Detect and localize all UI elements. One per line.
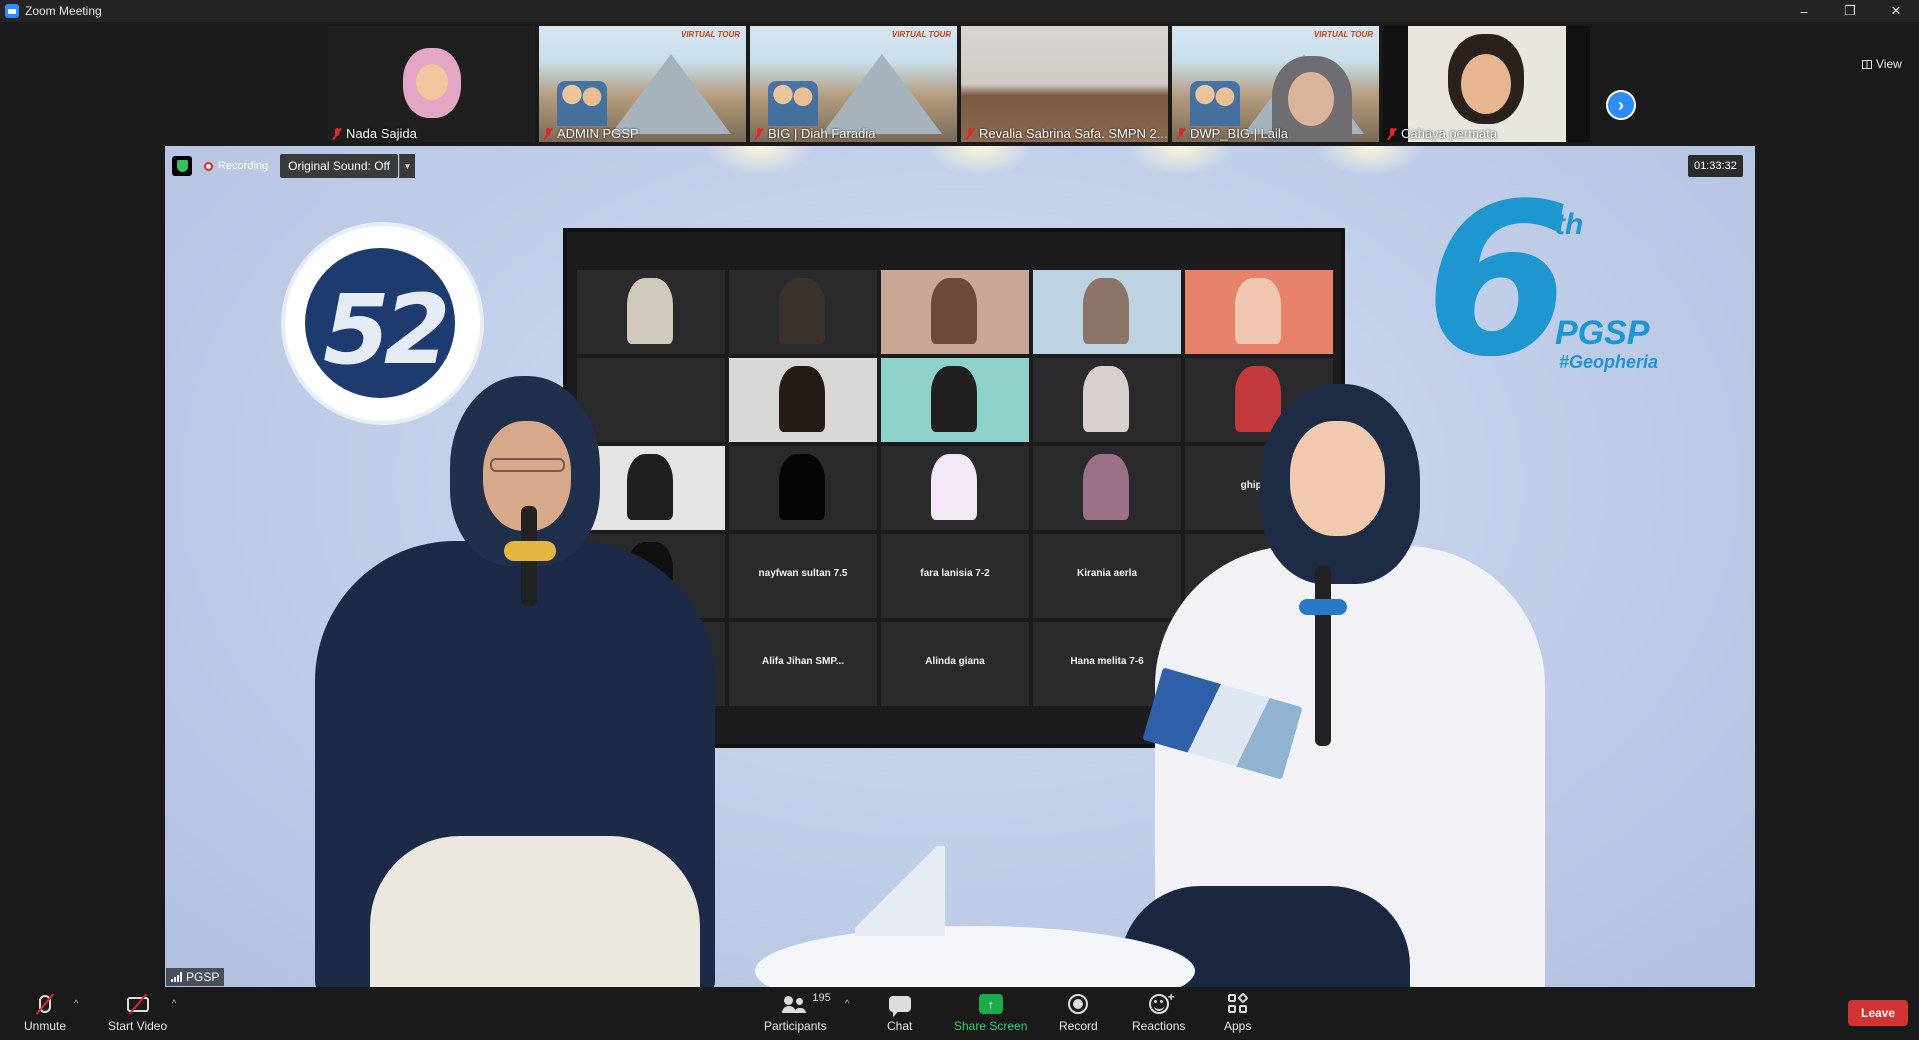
record-dot-icon xyxy=(204,161,213,171)
restore-button[interactable]: ❐ xyxy=(1827,0,1873,22)
participant-tile[interactable]: VIRTUAL TOUR BIG | Diah Faradia xyxy=(750,26,957,142)
chat-bubble-icon xyxy=(888,996,911,1017)
video-options-chevron-icon[interactable]: ^ xyxy=(172,998,176,1008)
shared-poster: VIRTUAL TOUR xyxy=(750,26,957,142)
minimize-button[interactable]: – xyxy=(1781,0,1827,22)
participant-name: Revalia Sabrina Safa. SMPN 2... xyxy=(965,126,1168,141)
close-button[interactable]: ✕ xyxy=(1873,0,1919,22)
muted-mic-icon xyxy=(543,127,553,140)
speaker-label: PGSP xyxy=(166,968,225,986)
avatar-face xyxy=(1288,72,1334,126)
ceiling-light xyxy=(705,146,815,176)
screen-tile xyxy=(881,446,1029,530)
leave-button[interactable]: Leave xyxy=(1848,1000,1908,1026)
audio-options-chevron-icon[interactable]: ^ xyxy=(74,998,78,1008)
participants-button[interactable]: 195 Participants xyxy=(764,992,831,1033)
recording-indicator[interactable]: Recording xyxy=(198,156,274,176)
screen-tile xyxy=(577,358,725,442)
chevron-down-icon[interactable]: ▼ xyxy=(398,154,415,178)
start-video-button[interactable]: Start Video xyxy=(108,992,167,1033)
window-controls: – ❐ ✕ xyxy=(1781,0,1919,22)
meeting-timer: 01:33:32 xyxy=(1688,155,1743,177)
title-bar: Zoom Meeting – ❐ ✕ xyxy=(0,0,1919,22)
view-button[interactable]: View xyxy=(1862,57,1902,71)
participant-count: 195 xyxy=(812,992,831,1004)
smiley-icon: + xyxy=(1148,990,1175,1014)
screen-tile: nayfwan sultan 7.5 xyxy=(729,534,877,618)
chat-button[interactable]: Chat xyxy=(887,992,912,1033)
meeting-status-bar: Recording Original Sound: Off ▼ xyxy=(172,154,415,178)
record-button[interactable]: Record xyxy=(1059,992,1098,1033)
reactions-button[interactable]: + Reactions xyxy=(1132,990,1185,1033)
ceiling-light xyxy=(1125,146,1235,176)
host-right-face xyxy=(1290,421,1385,536)
screen-tile xyxy=(729,358,877,442)
microphone-flag xyxy=(1299,599,1347,615)
screen-tile xyxy=(881,358,1029,442)
screen-tile xyxy=(577,270,725,354)
share-arrow-icon: ↑ xyxy=(978,994,1003,1014)
participant-name: BIG | Diah Faradia xyxy=(754,126,875,141)
muted-mic-icon xyxy=(332,127,342,140)
participants-options-chevron-icon[interactable]: ^ xyxy=(845,998,849,1008)
pgsp-6th-logo: 6th PGSP #Geopheria xyxy=(1425,158,1659,403)
ship-model xyxy=(855,846,945,936)
unmute-button[interactable]: Unmute xyxy=(24,992,66,1033)
screen-tile xyxy=(1033,446,1181,530)
avatar-face xyxy=(416,64,448,100)
encryption-shield-icon[interactable] xyxy=(172,156,192,176)
view-label: View xyxy=(1876,57,1902,71)
screen-tile xyxy=(1033,270,1181,354)
ceiling-light xyxy=(925,146,1035,176)
screen-tile xyxy=(729,270,877,354)
participant-name: DWP_BIG | Laila xyxy=(1176,126,1288,141)
recording-label: Recording xyxy=(218,160,269,172)
muted-mic-icon xyxy=(965,127,975,140)
muted-mic-icon xyxy=(1176,127,1186,140)
screen-tile xyxy=(1185,270,1333,354)
screen-tile xyxy=(1033,358,1181,442)
grid-icon xyxy=(1862,59,1872,69)
participant-strip: Nada Sajida VIRTUAL TOUR ADMIN PGSP VIRT… xyxy=(0,22,1919,144)
speaker-name: PGSP xyxy=(186,970,220,984)
window-title: Zoom Meeting xyxy=(25,4,102,18)
participants-icon xyxy=(782,996,808,1013)
apps-grid-icon xyxy=(1227,992,1249,1014)
next-page-button[interactable]: › xyxy=(1606,90,1636,120)
shared-poster: VIRTUAL TOUR xyxy=(539,26,746,142)
ceiling-light xyxy=(1315,146,1425,176)
screen-tile: Alinda giana xyxy=(881,622,1029,706)
screen-tile: Alifa Jihan SMP... xyxy=(729,622,877,706)
host-left-legs xyxy=(370,836,700,987)
meeting-toolbar: Unmute ^ Start Video ^ 195 Participants … xyxy=(0,988,1919,1040)
screen-tile xyxy=(881,270,1029,354)
participant-tile[interactable]: VIRTUAL TOUR DWP_BIG | Laila xyxy=(1172,26,1379,142)
participant-name: Nada Sajida xyxy=(332,126,417,141)
participant-tile[interactable]: Revalia Sabrina Safa. SMPN 2... xyxy=(961,26,1168,142)
active-speaker-video: 52 6th PGSP #Geopheria ghipora nayfwan sul… xyxy=(165,146,1755,987)
original-sound-button[interactable]: Original Sound: Off xyxy=(280,154,398,178)
microphone-flag xyxy=(504,541,556,561)
participant-name: Cahaya permata xyxy=(1387,126,1497,141)
screen-tile: Kirania aerla xyxy=(1033,534,1181,618)
microphone xyxy=(1315,566,1331,746)
participant-tile[interactable]: VIRTUAL TOUR ADMIN PGSP xyxy=(539,26,746,142)
apps-button[interactable]: Apps xyxy=(1224,992,1251,1033)
screen-tile: fara lanisia 7-2 xyxy=(881,534,1029,618)
zoom-app-icon xyxy=(5,4,19,18)
participant-tile[interactable]: Nada Sajida xyxy=(328,26,535,142)
participant-tile[interactable]: Cahaya permata xyxy=(1383,26,1590,142)
avatar-face xyxy=(1461,54,1511,114)
signal-strength-icon xyxy=(171,972,182,982)
muted-mic-icon xyxy=(754,127,764,140)
screen-tile xyxy=(729,446,877,530)
anniversary-52-logo: 52 xyxy=(285,226,480,421)
share-screen-button[interactable]: ↑ Share Screen xyxy=(954,992,1027,1033)
muted-mic-icon xyxy=(1387,127,1397,140)
participant-name: ADMIN PGSP xyxy=(543,126,639,141)
glasses xyxy=(490,458,565,472)
record-icon xyxy=(1068,994,1089,1014)
